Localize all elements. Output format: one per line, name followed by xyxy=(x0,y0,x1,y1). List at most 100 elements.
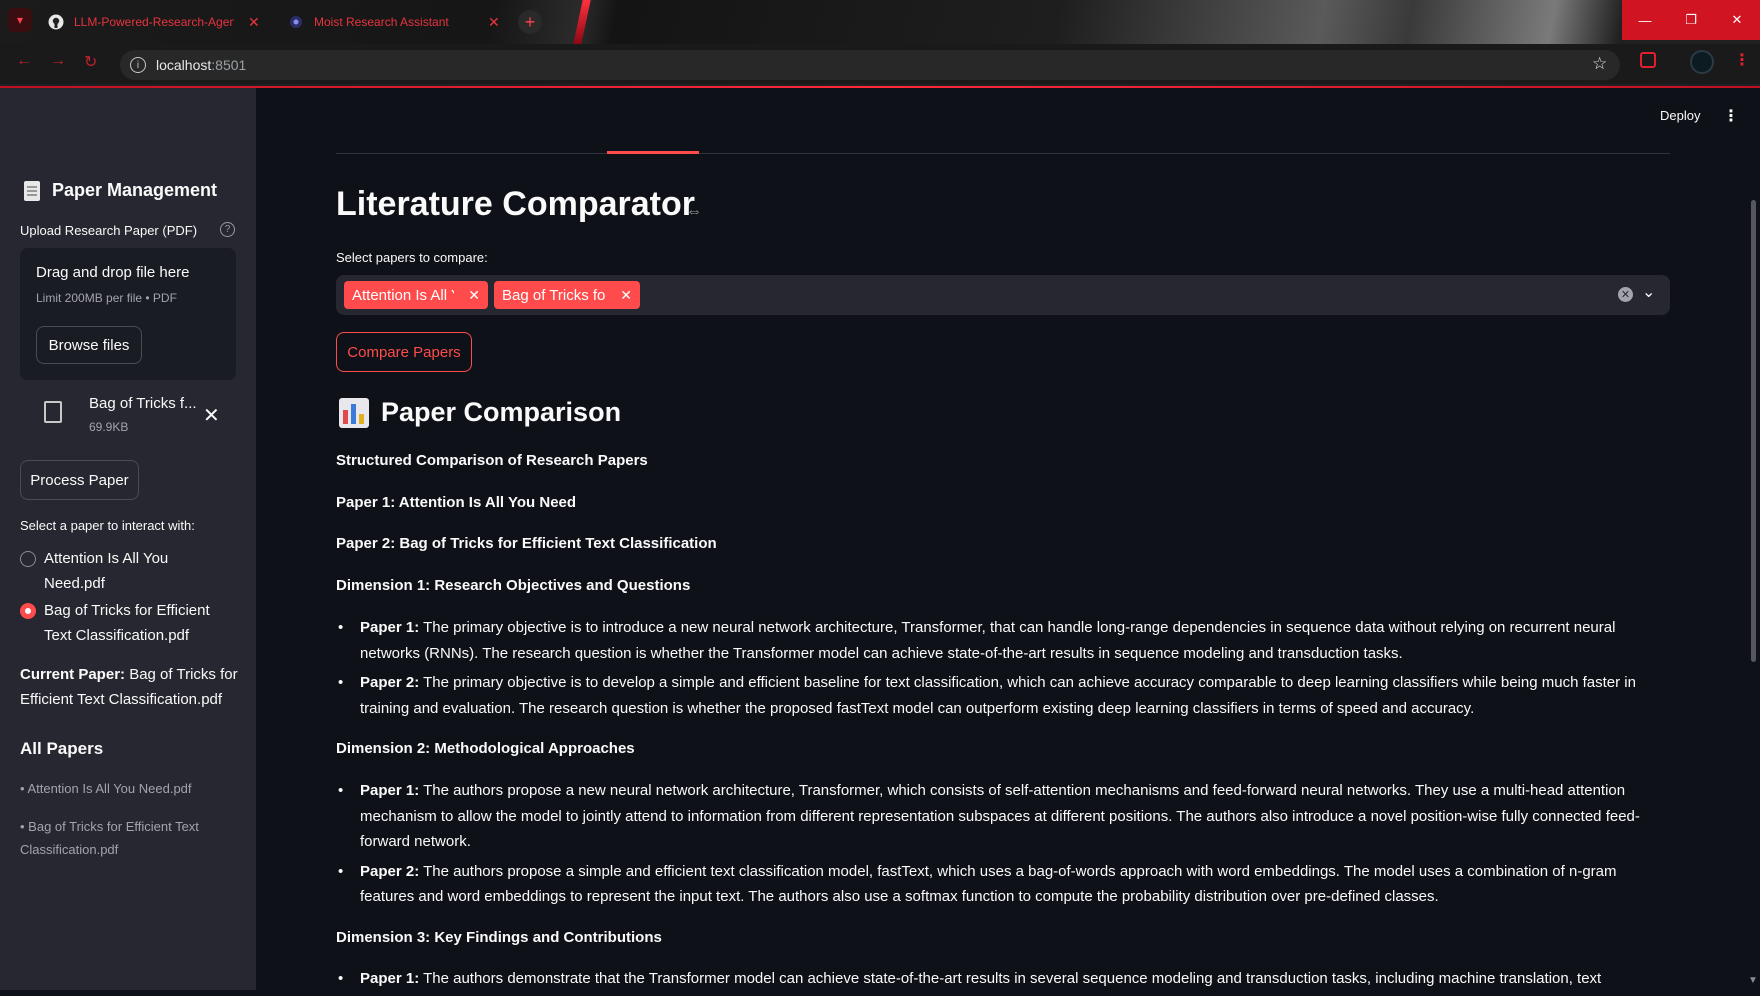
list-item: Paper 2: The primary objective is to dev… xyxy=(336,670,1666,721)
paper1-heading: Paper 1: Attention Is All You Need xyxy=(336,494,577,511)
compare-select-label: Select papers to compare: xyxy=(336,250,488,265)
selected-paper-chip[interactable]: Bag of Tricks for ... ✕ xyxy=(494,281,640,309)
radio-option-attention[interactable]: Attention Is All You Need.pdf xyxy=(20,548,224,596)
all-papers-item: • Attention Is All You Need.pdf xyxy=(20,781,192,796)
active-tab-indicator xyxy=(607,151,699,154)
deploy-button[interactable]: Deploy xyxy=(1660,108,1700,123)
current-paper: Current Paper: Bag of Tricks for Efficie… xyxy=(20,662,242,712)
browser-chrome: ▾ LLM-Powered-Research-Agent ✕ Moist Res… xyxy=(0,0,1760,88)
uploaded-file-name: Bag of Tricks f... xyxy=(89,395,197,412)
section-title: Paper Comparison xyxy=(339,397,621,428)
current-paper-label: Current Paper: xyxy=(20,666,126,683)
dimension-list: Paper 1: The authors propose a new neura… xyxy=(336,778,1666,914)
paper-text: The authors propose a simple and efficie… xyxy=(360,862,1617,906)
paper-text: The authors demonstrate that the Transfo… xyxy=(419,970,1602,987)
page-title: Literature Comparator xyxy=(336,185,695,223)
all-papers-item: • Bag of Tricks for Efficient Text Class… xyxy=(20,819,199,857)
site-info-icon[interactable]: i xyxy=(130,57,146,73)
paper-label: Paper 2: xyxy=(360,862,420,880)
radio-unselected-icon[interactable] xyxy=(20,551,36,567)
tab-close-icon[interactable]: ✕ xyxy=(248,14,260,31)
main-scrollbar[interactable] xyxy=(1751,200,1756,662)
link-icon[interactable]: ⇔ xyxy=(686,203,702,221)
reload-icon[interactable]: ↻ xyxy=(84,52,97,72)
file-dropzone[interactable]: Drag and drop file here Limit 200MB per … xyxy=(20,248,236,380)
bar-chart-icon xyxy=(339,397,369,428)
paper-text: The primary objective is to develop a si… xyxy=(360,674,1636,717)
sidebar-title-text: Paper Management xyxy=(52,180,218,200)
paper-label: Paper 1: xyxy=(360,970,420,987)
process-paper-button[interactable]: Process Paper xyxy=(20,460,139,500)
browse-files-button[interactable]: Browse files xyxy=(36,326,142,364)
list-item: Paper 1: The primary objective is to int… xyxy=(336,615,1666,666)
close-window-button[interactable]: ✕ xyxy=(1714,0,1760,40)
tab-bar-divider xyxy=(336,153,1670,154)
document-icon xyxy=(24,180,40,201)
chevron-down-icon[interactable]: ⌄ xyxy=(1642,282,1655,302)
compare-papers-button[interactable]: Compare Papers xyxy=(336,332,472,372)
paper-label: Paper 2: xyxy=(360,674,420,691)
new-tab-button[interactable]: + xyxy=(518,10,542,34)
extensions-icon[interactable] xyxy=(1640,52,1656,68)
section-title-text: Paper Comparison xyxy=(381,397,622,427)
radio-label: Attention Is All You Need.pdf xyxy=(44,550,169,592)
remove-file-icon[interactable]: ✕ xyxy=(203,403,220,428)
minimize-button[interactable]: — xyxy=(1622,0,1668,40)
list-item: Paper 1: The authors demonstrate that th… xyxy=(336,966,1666,992)
browser-menu-icon[interactable]: ⋮ xyxy=(1734,50,1750,70)
toolbar: i localhost:8501 ☆ ⋮ xyxy=(0,44,1760,84)
chip-remove-icon[interactable]: ✕ xyxy=(620,287,632,304)
url-port: :8501 xyxy=(211,57,247,73)
paper-label: Paper 1: xyxy=(360,782,420,799)
dimension-list: Paper 1: The primary objective is to int… xyxy=(336,615,1666,725)
list-item: Paper 1: The authors propose a new neura… xyxy=(336,778,1666,855)
restore-button[interactable]: ❐ xyxy=(1668,0,1714,40)
tab-research-assistant[interactable]: Moist Research Assistant ✕ xyxy=(288,8,500,36)
uploaded-file-size: 69.9KB xyxy=(89,420,129,434)
list-item: Paper 2: The authors propose a simple an… xyxy=(336,859,1666,910)
dimension-heading: Dimension 1: Research Objectives and Que… xyxy=(336,577,691,594)
paper-select-label: Select a paper to interact with: xyxy=(20,518,195,533)
chip-label: Attention Is All Y... xyxy=(352,286,454,304)
radio-option-bag-of-tricks[interactable]: Bag of Tricks for Efficient Text Classif… xyxy=(20,600,224,648)
chip-remove-icon[interactable]: ✕ xyxy=(468,287,480,304)
selected-paper-chip[interactable]: Attention Is All Y... ✕ xyxy=(344,281,488,309)
dimension-list: Paper 1: The authors demonstrate that th… xyxy=(336,966,1666,996)
all-papers-title: All Papers xyxy=(20,739,104,758)
file-icon xyxy=(44,401,62,423)
dimension-heading: Dimension 3: Key Findings and Contributi… xyxy=(336,929,662,946)
main-menu-icon[interactable]: ⋮ xyxy=(1723,106,1739,126)
radio-label: Bag of Tricks for Efficient Text Classif… xyxy=(44,602,210,644)
paper-text: The primary objective is to introduce a … xyxy=(360,619,1616,662)
dropzone-subtitle: Limit 200MB per file • PDF xyxy=(36,291,177,305)
sidebar: Paper Management Upload Research Paper (… xyxy=(0,88,256,990)
tab-strip xyxy=(0,0,1760,44)
chip-label: Bag of Tricks for ... xyxy=(502,286,606,304)
tab-title: Moist Research Assistant xyxy=(314,15,449,29)
help-icon[interactable]: ? xyxy=(220,222,235,237)
paper2-heading: Paper 2: Bag of Tricks for Efficient Tex… xyxy=(336,535,717,552)
theme-decoration xyxy=(573,0,591,44)
profile-avatar[interactable] xyxy=(1690,50,1714,74)
upload-label: Upload Research Paper (PDF) xyxy=(20,223,198,238)
tab-github[interactable]: LLM-Powered-Research-Agent ✕ xyxy=(48,8,260,36)
paper-text: The authors propose a new neural network… xyxy=(360,782,1640,850)
back-icon[interactable]: ← xyxy=(16,52,32,70)
tab-search-button[interactable]: ▾ xyxy=(8,8,32,32)
bookmark-star-icon[interactable]: ☆ xyxy=(1592,54,1607,74)
uploaded-file-item: Bag of Tricks f... 69.9KB ✕ xyxy=(20,388,236,444)
radio-selected-icon[interactable] xyxy=(20,603,36,619)
comparison-heading: Structured Comparison of Research Papers xyxy=(336,452,648,469)
clear-all-icon[interactable]: ✕ xyxy=(1618,287,1633,302)
paper-label: Paper 1: xyxy=(360,619,420,636)
paper-multiselect[interactable]: Attention Is All Y... ✕ Bag of Tricks fo… xyxy=(336,275,1670,315)
sidebar-title: Paper Management xyxy=(24,180,217,201)
scroll-down-icon[interactable]: ▼ xyxy=(1748,975,1758,986)
address-bar[interactable]: i localhost:8501 ☆ xyxy=(120,50,1620,80)
dropzone-title: Drag and drop file here xyxy=(36,264,190,281)
forward-icon[interactable]: → xyxy=(50,52,66,70)
streamlit-icon xyxy=(288,14,304,30)
url-text: localhost:8501 xyxy=(156,57,246,73)
url-host: localhost xyxy=(156,57,212,73)
tab-close-icon[interactable]: ✕ xyxy=(488,14,500,31)
